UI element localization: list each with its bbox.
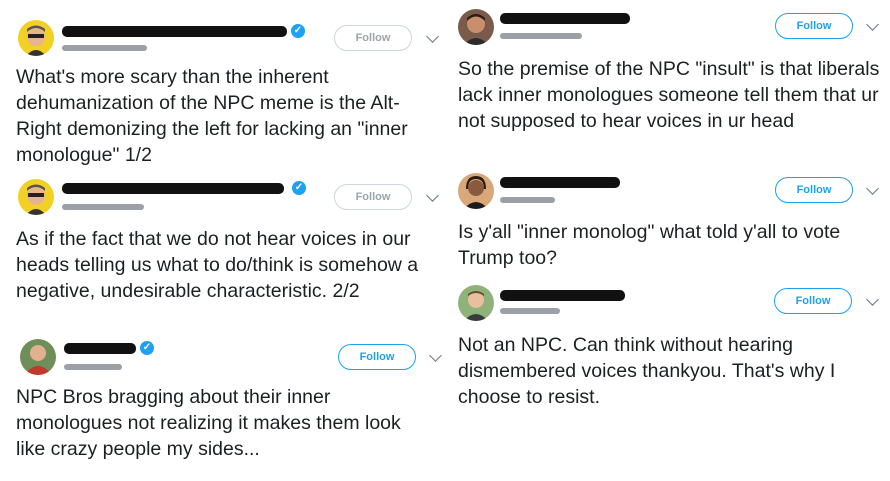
- avatar[interactable]: [458, 9, 494, 45]
- verified-badge-icon: ✓: [291, 24, 305, 38]
- tweet-text: NPC Bros bragging about their inner mono…: [16, 386, 401, 460]
- avatar[interactable]: [18, 179, 54, 215]
- follow-button[interactable]: Follow: [775, 177, 853, 203]
- follow-button[interactable]: Follow: [775, 13, 853, 39]
- follow-button[interactable]: Follow: [774, 288, 852, 314]
- redacted-handle: [62, 45, 147, 51]
- redacted-display-name: [500, 13, 630, 24]
- redacted-display-name: [62, 183, 284, 194]
- redacted-display-name: [62, 26, 287, 37]
- redacted-handle: [62, 204, 144, 210]
- chevron-down-icon[interactable]: [866, 18, 879, 31]
- redacted-handle: [500, 308, 560, 314]
- redacted-handle: [64, 364, 122, 370]
- avatar[interactable]: [458, 285, 494, 321]
- tweet-card: Follow Is y'all "inner monolog" what tol…: [445, 170, 890, 280]
- follow-button[interactable]: Follow: [334, 25, 412, 51]
- redacted-handle: [500, 33, 582, 39]
- chevron-down-icon[interactable]: [426, 30, 439, 43]
- tweet-card: Follow So the premise of the NPC "insult…: [445, 0, 890, 170]
- avatar[interactable]: [458, 173, 494, 209]
- tweet-card: Follow Not an NPC. Can think without hea…: [445, 280, 890, 480]
- tweet-card: ✓ Follow NPC Bros bragging about their i…: [0, 333, 445, 481]
- chevron-down-icon[interactable]: [866, 182, 879, 195]
- follow-button[interactable]: Follow: [334, 184, 412, 210]
- follow-button[interactable]: Follow: [338, 344, 416, 370]
- tweet-text: What's more scary than the inherent dehu…: [16, 66, 408, 166]
- tweet-text: Is y'all "inner monolog" what told y'all…: [458, 221, 841, 269]
- redacted-display-name: [64, 343, 136, 354]
- verified-badge-icon: ✓: [292, 181, 306, 195]
- chevron-down-icon[interactable]: [429, 349, 442, 362]
- verified-badge-icon: ✓: [140, 341, 154, 355]
- redacted-display-name: [500, 177, 620, 188]
- chevron-down-icon[interactable]: [866, 293, 879, 306]
- redacted-handle: [500, 197, 555, 203]
- tweet-text: Not an NPC. Can think without hearing di…: [458, 334, 836, 408]
- tweet-text: As if the fact that we do not hear voice…: [16, 228, 419, 302]
- avatar[interactable]: [18, 20, 54, 56]
- avatar[interactable]: [20, 339, 56, 375]
- chevron-down-icon[interactable]: [426, 189, 439, 202]
- tweet-text: So the premise of the NPC "insult" is th…: [458, 58, 880, 132]
- redacted-display-name: [500, 290, 625, 301]
- tweet-card: ✓ Follow What's more scary than the inhe…: [0, 0, 445, 170]
- tweet-card: ✓ Follow As if the fact that we do not h…: [0, 170, 445, 330]
